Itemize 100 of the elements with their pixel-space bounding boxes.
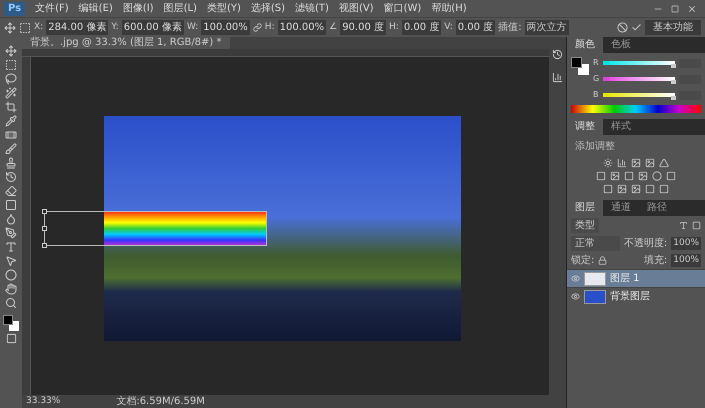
input-field[interactable]: 0.00 度: [402, 20, 442, 35]
menu-item[interactable]: 图像(I): [118, 1, 158, 16]
brush-icon[interactable]: [5, 143, 17, 155]
menu-item[interactable]: 滤镜(T): [291, 1, 333, 16]
input-field[interactable]: 284.00 像素: [46, 20, 108, 35]
layer-name: 图层 1: [610, 272, 640, 286]
menu-item[interactable]: 图层(L): [160, 1, 201, 16]
lock-icon[interactable]: [598, 256, 608, 265]
panel-tab[interactable]: 通道: [603, 200, 639, 216]
input-field[interactable]: 600.00 像素: [122, 20, 184, 35]
slider-thumb[interactable]: [670, 80, 676, 84]
slider-label: G: [593, 73, 599, 85]
slider-thumb[interactable]: [670, 64, 676, 68]
adjustment-icon[interactable]: [610, 171, 620, 181]
menu-item[interactable]: 视图(V): [334, 1, 378, 16]
field-label: ∠: [329, 20, 338, 34]
field-label: Y:: [111, 20, 119, 34]
zoom-level: 33.33%: [26, 394, 60, 408]
ellipse-icon[interactable]: [5, 269, 17, 281]
move-icon[interactable]: [5, 45, 17, 57]
adjustment-icon[interactable]: [631, 184, 641, 194]
input-field[interactable]: 90.00 度: [340, 20, 386, 35]
panel-tab[interactable]: 图层: [567, 200, 603, 216]
adjustment-icon[interactable]: [603, 158, 613, 168]
panel-tab[interactable]: 路径: [639, 200, 675, 216]
menu-item[interactable]: 窗口(W): [380, 1, 426, 16]
zoom-icon[interactable]: [5, 297, 17, 309]
pipette-icon[interactable]: [5, 115, 17, 127]
color-spectrum[interactable]: [571, 105, 701, 113]
pointer-icon[interactable]: [5, 255, 17, 267]
droplet-icon[interactable]: [5, 213, 17, 225]
color-swatches-icon[interactable]: [3, 315, 19, 331]
panel-tab[interactable]: 调整: [567, 119, 603, 135]
menu-item[interactable]: 选择(S): [246, 1, 290, 16]
link-icon[interactable]: [252, 23, 262, 32]
panel-tab[interactable]: 色板: [603, 37, 639, 53]
menu-item[interactable]: 编辑(E): [74, 1, 117, 16]
field-label: 填充:: [644, 254, 668, 268]
dashed-square-icon[interactable]: [5, 59, 17, 71]
pen-icon[interactable]: [5, 227, 17, 239]
adjustment-icon[interactable]: [617, 158, 627, 168]
wand-icon[interactable]: [5, 87, 17, 99]
menu-item[interactable]: 类型(Y): [202, 1, 245, 16]
layer-row[interactable]: 背景图层: [567, 287, 705, 305]
field-label: X:: [34, 20, 44, 34]
layer-name: 背景图层: [610, 290, 650, 304]
slider-label: R: [593, 57, 599, 69]
menu-item[interactable]: 文件(F): [31, 1, 73, 16]
history-icon[interactable]: [552, 49, 563, 60]
crop-icon[interactable]: [5, 101, 17, 113]
input-field[interactable]: 100.00%: [201, 20, 250, 35]
adjustment-icon[interactable]: [645, 158, 655, 168]
input-field[interactable]: 100.00%: [278, 20, 326, 35]
properties-icon[interactable]: [552, 72, 563, 83]
filter-dropdown[interactable]: 类型: [571, 218, 599, 233]
close-icon[interactable]: [687, 4, 697, 14]
bandage-icon[interactable]: [5, 129, 17, 141]
panel-tab[interactable]: 颜色: [567, 37, 603, 53]
workspace-dropdown[interactable]: 基本功能: [645, 20, 701, 35]
document-tab[interactable]: 背景。.jpg @ 33.3% (图层 1, RGB/8#) *: [22, 37, 230, 49]
field-label: V:: [444, 20, 453, 34]
adjustment-icon[interactable]: [624, 171, 634, 181]
color-slider[interactable]: [603, 77, 675, 81]
slider-label: B: [593, 89, 599, 101]
shape-filter-icon[interactable]: [692, 221, 701, 230]
tool-preset-icon[interactable]: [4, 22, 16, 34]
panel-tab[interactable]: 样式: [603, 119, 639, 135]
slider-thumb[interactable]: [670, 96, 676, 100]
color-slider[interactable]: [603, 93, 675, 97]
blend-mode-dropdown[interactable]: 正常: [571, 236, 620, 251]
app-logo: Ps: [4, 2, 26, 16]
input-field[interactable]: 100%: [671, 254, 701, 268]
menu-item[interactable]: 帮助(H): [427, 1, 471, 16]
field-label: W:: [186, 20, 198, 34]
panel-subtitle: 添加调整: [574, 140, 616, 154]
document-size: 文档:6.59M/6.59M: [116, 394, 205, 408]
adjustment-icon[interactable]: [617, 184, 627, 194]
input-field[interactable]: 100%: [671, 236, 701, 250]
interpolation-dropdown[interactable]: 两次立方: [524, 20, 569, 35]
history-brush-icon[interactable]: [5, 171, 17, 183]
eraser-icon[interactable]: [5, 185, 17, 197]
cancel-icon[interactable]: [617, 22, 628, 33]
adjustment-icon[interactable]: [638, 171, 648, 181]
commit-icon[interactable]: [631, 22, 642, 33]
adjustment-icon[interactable]: [631, 158, 641, 168]
field-label: H:: [264, 20, 275, 34]
maximize-icon[interactable]: [671, 4, 679, 12]
input-field[interactable]: 0.00 度: [456, 20, 496, 35]
visibility-icon[interactable]: [571, 292, 580, 301]
visibility-icon[interactable]: [571, 274, 580, 283]
type-filter-icon[interactable]: [679, 221, 688, 230]
layer-row[interactable]: 图层 1: [567, 269, 705, 287]
color-slider[interactable]: [603, 61, 675, 65]
reference-point-icon[interactable]: [19, 22, 31, 34]
stamp-icon[interactable]: [5, 157, 17, 169]
lasso-icon[interactable]: [5, 73, 17, 85]
color-swatches-icon[interactable]: [571, 57, 589, 75]
type-icon[interactable]: [5, 241, 17, 253]
hand-icon[interactable]: [5, 283, 17, 295]
transform-box[interactable]: [44, 211, 267, 246]
